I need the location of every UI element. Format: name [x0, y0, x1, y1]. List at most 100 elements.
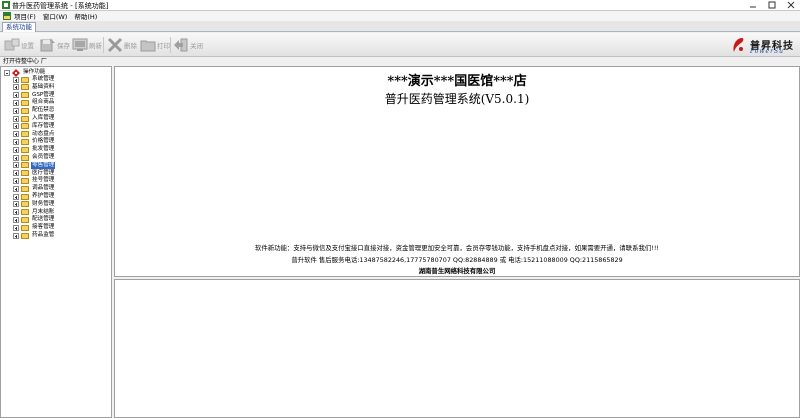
expand-icon[interactable] — [13, 232, 19, 239]
tree-item[interactable]: 会员管理 — [13, 154, 55, 161]
expand-icon[interactable] — [13, 131, 19, 138]
tree-item-label: 药品监管 — [32, 232, 55, 238]
expand-icon[interactable] — [13, 216, 19, 223]
delete-button[interactable]: 删除 — [107, 36, 137, 54]
expand-icon[interactable] — [13, 201, 19, 208]
tree-item[interactable]: 接客管理 — [13, 224, 55, 231]
tree-item[interactable]: 入库管理 — [13, 115, 55, 122]
tree-item[interactable]: 系统管理 — [13, 76, 55, 83]
expand-icon[interactable] — [13, 177, 19, 184]
folder-icon — [21, 232, 29, 239]
tab-strip: 系统功能 — [0, 21, 800, 32]
folder-icon — [21, 115, 29, 122]
menu-item-help[interactable]: 帮助(H) — [74, 11, 97, 21]
minimize-icon[interactable] — [748, 0, 758, 10]
expand-icon[interactable] — [13, 224, 19, 231]
folder-icon — [21, 162, 29, 169]
folder-icon — [21, 138, 29, 145]
settings-button[interactable]: 设置 — [4, 36, 34, 54]
toolbar: 设置 保存 刷新 删除 打印 关闭 普昇科技 PowerSu — [0, 33, 800, 57]
toolbar-separator — [170, 37, 171, 53]
tree-item[interactable]: 月末结账 — [13, 209, 55, 216]
folder-icon — [21, 201, 29, 208]
store-name: ***演示***国医馆***店 — [387, 74, 527, 89]
expand-icon[interactable] — [13, 146, 19, 153]
expand-icon[interactable] — [13, 193, 19, 200]
close-icon[interactable] — [786, 0, 796, 10]
print-button[interactable]: 打印 — [140, 36, 170, 54]
tree-item[interactable]: 调品管理 — [13, 185, 55, 192]
expand-icon[interactable] — [13, 185, 19, 192]
toolbar-separator — [103, 37, 104, 53]
expand-icon[interactable] — [13, 138, 19, 145]
tree-item-label: 养护管理 — [32, 193, 55, 199]
tree-item-label: 入库管理 — [32, 115, 55, 121]
bottom-panel — [114, 279, 800, 418]
tab-system-functions[interactable]: 系统功能 — [2, 22, 36, 32]
folder-icon — [21, 216, 29, 223]
folder-icon — [21, 99, 29, 106]
refresh-button[interactable]: 刷新 — [72, 36, 102, 54]
tree-item[interactable]: GSP管理 — [13, 92, 55, 99]
main-panel: ***演示***国医馆***店 普升医药管理系统(V5.0.1) 软件新功能：支… — [114, 66, 800, 277]
tree-item[interactable]: 医疗管理 — [13, 170, 55, 177]
tree-item[interactable]: 配伍禁忌 — [13, 107, 55, 114]
tree-item[interactable]: 配送管理 — [13, 216, 55, 223]
expand-icon[interactable] — [13, 162, 19, 169]
tree-item-label: 配送管理 — [32, 216, 55, 223]
collapse-icon[interactable] — [4, 69, 10, 76]
tree-item[interactable]: 零售管理 — [13, 161, 56, 169]
tree-item[interactable]: 基础资料 — [13, 84, 55, 91]
tree-item[interactable]: 财务管理 — [13, 201, 55, 208]
expand-icon[interactable] — [13, 209, 19, 216]
expand-icon[interactable] — [13, 123, 19, 130]
close-button[interactable]: 关闭 — [173, 36, 203, 54]
expand-icon[interactable] — [13, 170, 19, 177]
save-label: 保存 — [57, 42, 70, 50]
tree-item-label: 基础资料 — [32, 83, 55, 90]
monitor-icon — [72, 38, 88, 51]
tree-item[interactable]: 批发管理 — [13, 146, 55, 153]
folder-icon — [21, 92, 29, 99]
expand-icon[interactable] — [13, 76, 19, 83]
menu-item-window[interactable]: 窗口(W) — [43, 11, 68, 21]
delete-label: 删除 — [124, 42, 137, 50]
maximize-icon[interactable] — [767, 0, 777, 10]
folder-icon — [21, 177, 29, 184]
expand-icon[interactable] — [13, 99, 19, 106]
tree-item-label: 调品管理 — [32, 185, 55, 192]
function-tree[interactable]: 操作功能 系统管理 基础资料 GSP管理 组合商品 配伍禁忌 入库管理库存管理 动态盘点 价格… — [0, 66, 112, 418]
tree-item[interactable]: 价格管理 — [13, 138, 55, 145]
brand-swoosh-icon — [733, 38, 744, 52]
exit-arrow-icon — [174, 38, 188, 52]
tree-item-label: 系统管理 — [32, 76, 55, 82]
tree-item[interactable]: 药品监管 — [13, 232, 55, 239]
expand-icon[interactable] — [13, 154, 19, 161]
save-button[interactable]: 保存 — [40, 36, 70, 54]
tree-item[interactable]: 库存管理 — [13, 123, 55, 130]
expand-icon[interactable] — [13, 92, 19, 99]
folder-icon — [21, 84, 29, 91]
tree-item[interactable]: 组合商品 — [13, 99, 55, 106]
tree-item[interactable]: 动态盘点 — [13, 131, 55, 138]
window-title: 普升医药管理系统 - [系统功能] — [12, 2, 109, 10]
tree-item-label: 零售管理 — [31, 161, 56, 169]
folder-icon — [21, 154, 29, 161]
menu-item-project[interactable]: 项目(F) — [14, 11, 36, 21]
app-menu-icon[interactable] — [3, 12, 11, 20]
tree-item-label: 配伍禁忌 — [32, 107, 55, 114]
close-label: 关闭 — [190, 42, 203, 50]
expand-icon[interactable] — [13, 115, 19, 122]
tree-item[interactable]: 挂号管理 — [13, 177, 55, 184]
delete-icon — [107, 37, 123, 53]
app-icon — [2, 1, 10, 9]
tree-item[interactable]: 养护管理 — [13, 193, 55, 200]
brand-name-en: PowerSu — [750, 48, 784, 55]
folder-icon — [21, 209, 29, 216]
tree-root[interactable]: 操作功能 — [4, 68, 46, 77]
folder-icon — [21, 170, 29, 177]
expand-icon[interactable] — [13, 84, 19, 91]
tree-item-label: 动态盘点 — [32, 130, 55, 137]
expand-icon[interactable] — [13, 107, 19, 114]
folder-icon — [21, 224, 29, 231]
